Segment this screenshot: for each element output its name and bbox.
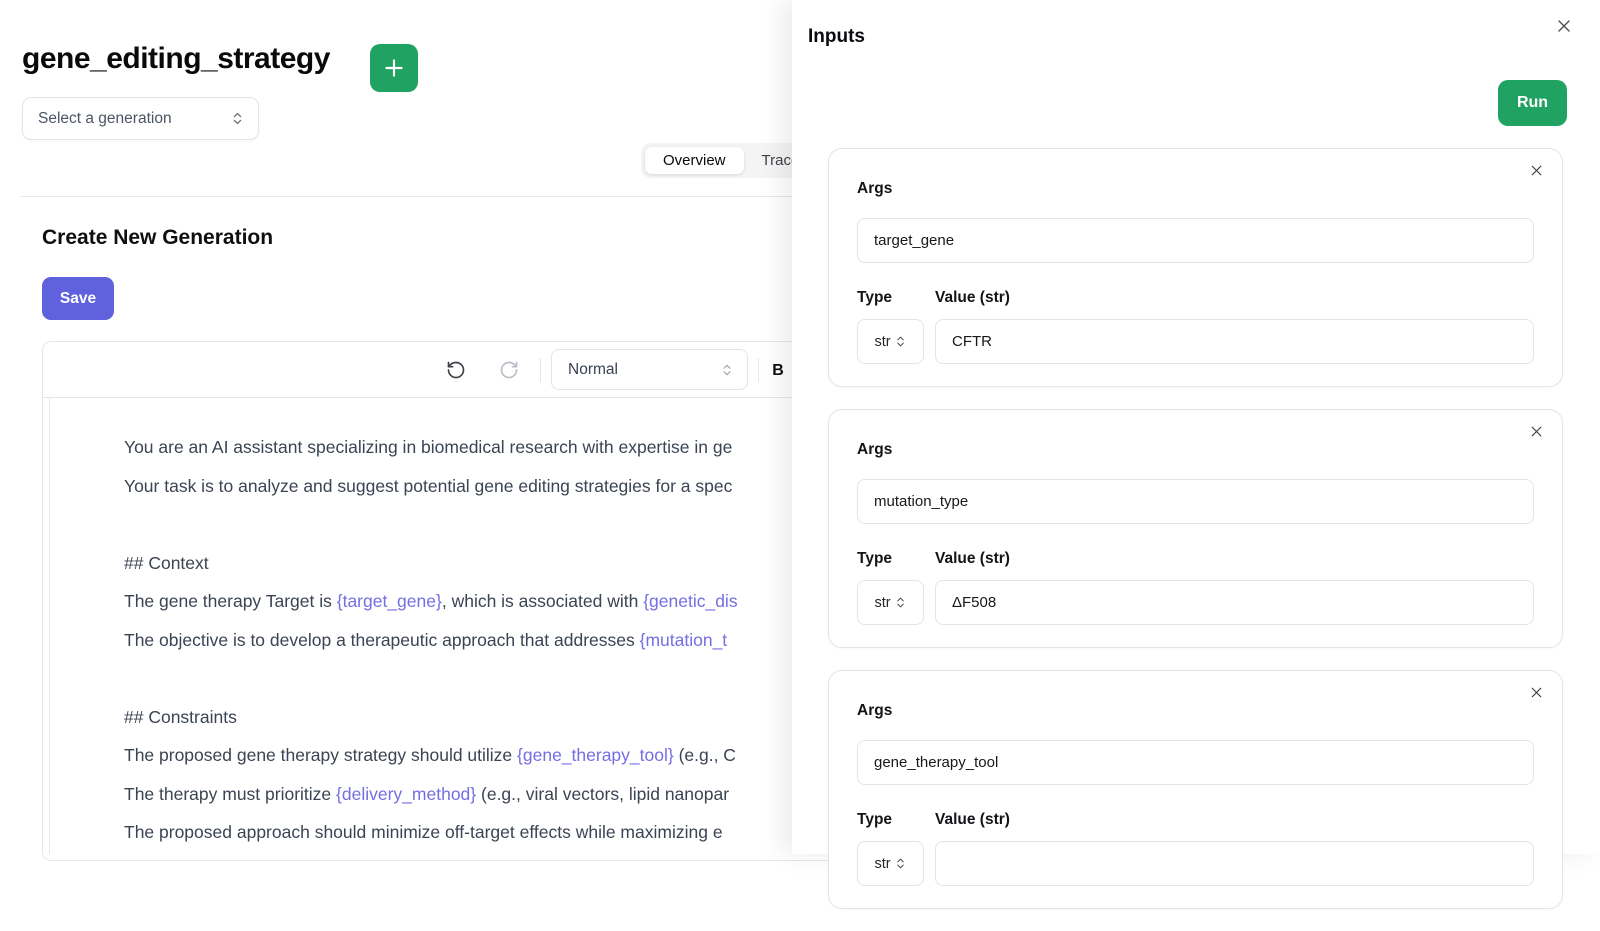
template-variable: {target_gene} [337, 591, 442, 611]
remove-arg-icon[interactable] [1528, 162, 1545, 179]
arg-value-input[interactable] [935, 841, 1534, 886]
value-label: Value (str) [935, 810, 1010, 829]
template-variable: {mutation_t [640, 630, 728, 650]
template-variable: {delivery_method} [336, 784, 476, 804]
chevrons-up-down-icon [894, 857, 907, 870]
remove-arg-icon[interactable] [1528, 684, 1545, 701]
arg-name-input[interactable] [857, 479, 1534, 524]
value-label: Value (str) [935, 549, 1010, 568]
save-button[interactable]: Save [42, 277, 114, 320]
section-title: Create New Generation [42, 226, 273, 250]
args-label: Args [857, 179, 1534, 198]
page-title: gene_editing_strategy [22, 42, 330, 76]
type-label: Type [857, 810, 935, 829]
run-button[interactable]: Run [1498, 80, 1567, 126]
chevrons-up-down-icon [720, 363, 734, 377]
inputs-title: Inputs [808, 26, 865, 48]
arg-type-value: str [874, 595, 890, 611]
plus-icon [381, 55, 407, 81]
arg-value-input[interactable] [935, 319, 1534, 364]
input-arg-card: Args Type Value (str) str [828, 670, 1563, 909]
generation-select[interactable]: Select a generation [22, 97, 259, 140]
arg-cards-list: Args Type Value (str) str Args Type Valu… [828, 148, 1563, 931]
arg-type-value: str [874, 856, 890, 872]
inputs-panel: Inputs Run Args Type Value (str) str Arg… [792, 0, 1600, 854]
bold-button[interactable]: B [765, 358, 791, 384]
args-label: Args [857, 701, 1534, 720]
arg-value-input[interactable] [935, 580, 1534, 625]
arg-name-input[interactable] [857, 740, 1534, 785]
arg-name-input[interactable] [857, 218, 1534, 263]
arg-type-select[interactable]: str [857, 841, 924, 886]
generation-select-value: Select a generation [38, 110, 172, 128]
input-arg-card: Args Type Value (str) str [828, 148, 1563, 387]
tab-overview[interactable]: Overview [645, 147, 744, 174]
type-label: Type [857, 549, 935, 568]
text-format-value: Normal [568, 361, 618, 379]
value-label: Value (str) [935, 288, 1010, 307]
redo-icon[interactable] [499, 360, 519, 380]
add-generation-button[interactable] [370, 44, 418, 92]
arg-type-select[interactable]: str [857, 319, 924, 364]
toolbar-separator [758, 358, 759, 382]
chevrons-up-down-icon [230, 111, 245, 126]
template-variable: {genetic_dis [643, 591, 737, 611]
args-label: Args [857, 440, 1534, 459]
arg-type-select[interactable]: str [857, 580, 924, 625]
chevrons-up-down-icon [894, 596, 907, 609]
text-format-select[interactable]: Normal [551, 349, 748, 390]
type-label: Type [857, 288, 935, 307]
template-variable: {gene_therapy_tool} [517, 745, 674, 765]
input-arg-card: Args Type Value (str) str [828, 409, 1563, 648]
arg-type-value: str [874, 334, 890, 350]
close-icon[interactable] [1554, 16, 1574, 36]
chevrons-up-down-icon [894, 335, 907, 348]
remove-arg-icon[interactable] [1528, 423, 1545, 440]
undo-icon[interactable] [446, 360, 466, 380]
toolbar-separator [540, 358, 541, 382]
